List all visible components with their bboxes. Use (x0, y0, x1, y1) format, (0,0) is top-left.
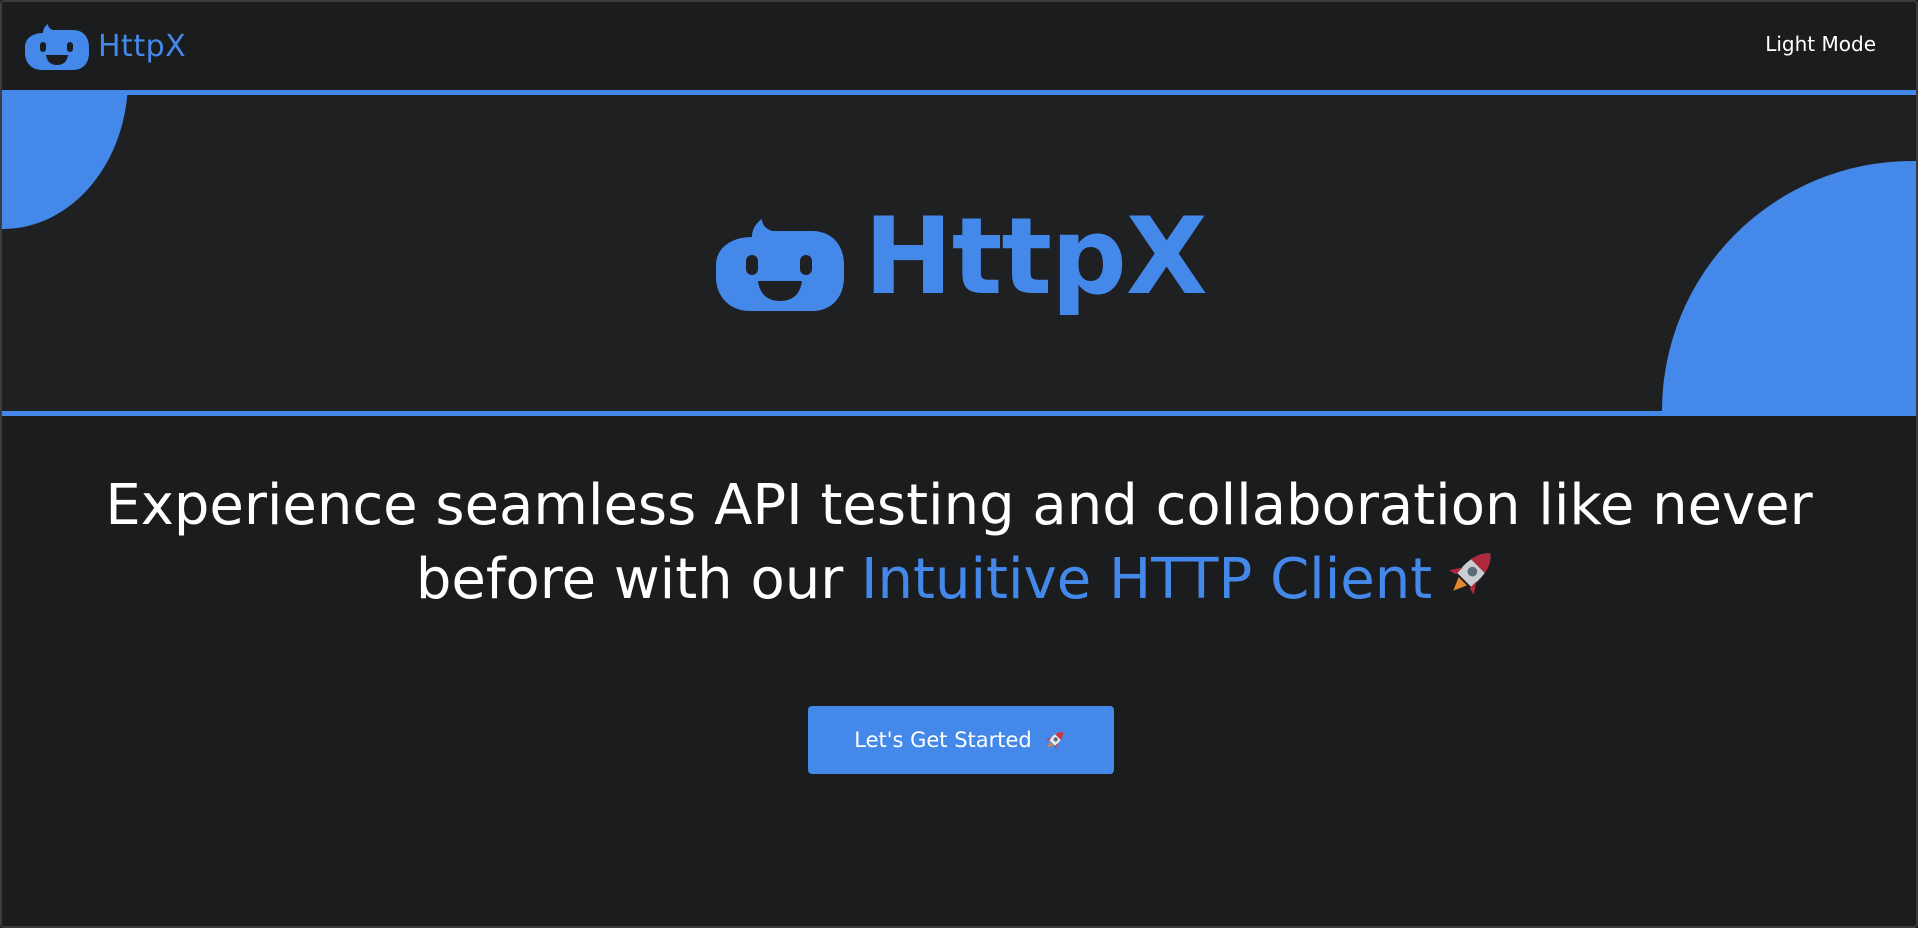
rocket-icon (1045, 731, 1063, 750)
hero-logo: HttpX (716, 195, 1208, 318)
decorative-corner-right (1662, 161, 1916, 411)
brand-link[interactable]: HttpX (24, 22, 186, 70)
tagline: Experience seamless API testing and coll… (32, 470, 1886, 616)
get-started-label: Let's Get Started (854, 728, 1032, 752)
top-navbar: HttpX Light Mode (2, 2, 1916, 90)
rocket-icon (1449, 553, 1491, 595)
tagline-accent: Intuitive HTTP Client (861, 547, 1433, 612)
get-started-button[interactable]: Let's Get Started (808, 706, 1114, 774)
decorative-corner-left (2, 95, 128, 229)
hero-title: HttpX (864, 195, 1208, 318)
httpx-mascot-icon (716, 219, 844, 311)
light-mode-toggle-button[interactable]: Light Mode (1765, 32, 1876, 56)
hero-banner: HttpX (2, 90, 1916, 416)
brand-name: HttpX (98, 28, 187, 64)
app-window: HttpX Light Mode HttpX Experience seamle… (0, 0, 1918, 928)
httpx-logo-icon (25, 24, 89, 70)
